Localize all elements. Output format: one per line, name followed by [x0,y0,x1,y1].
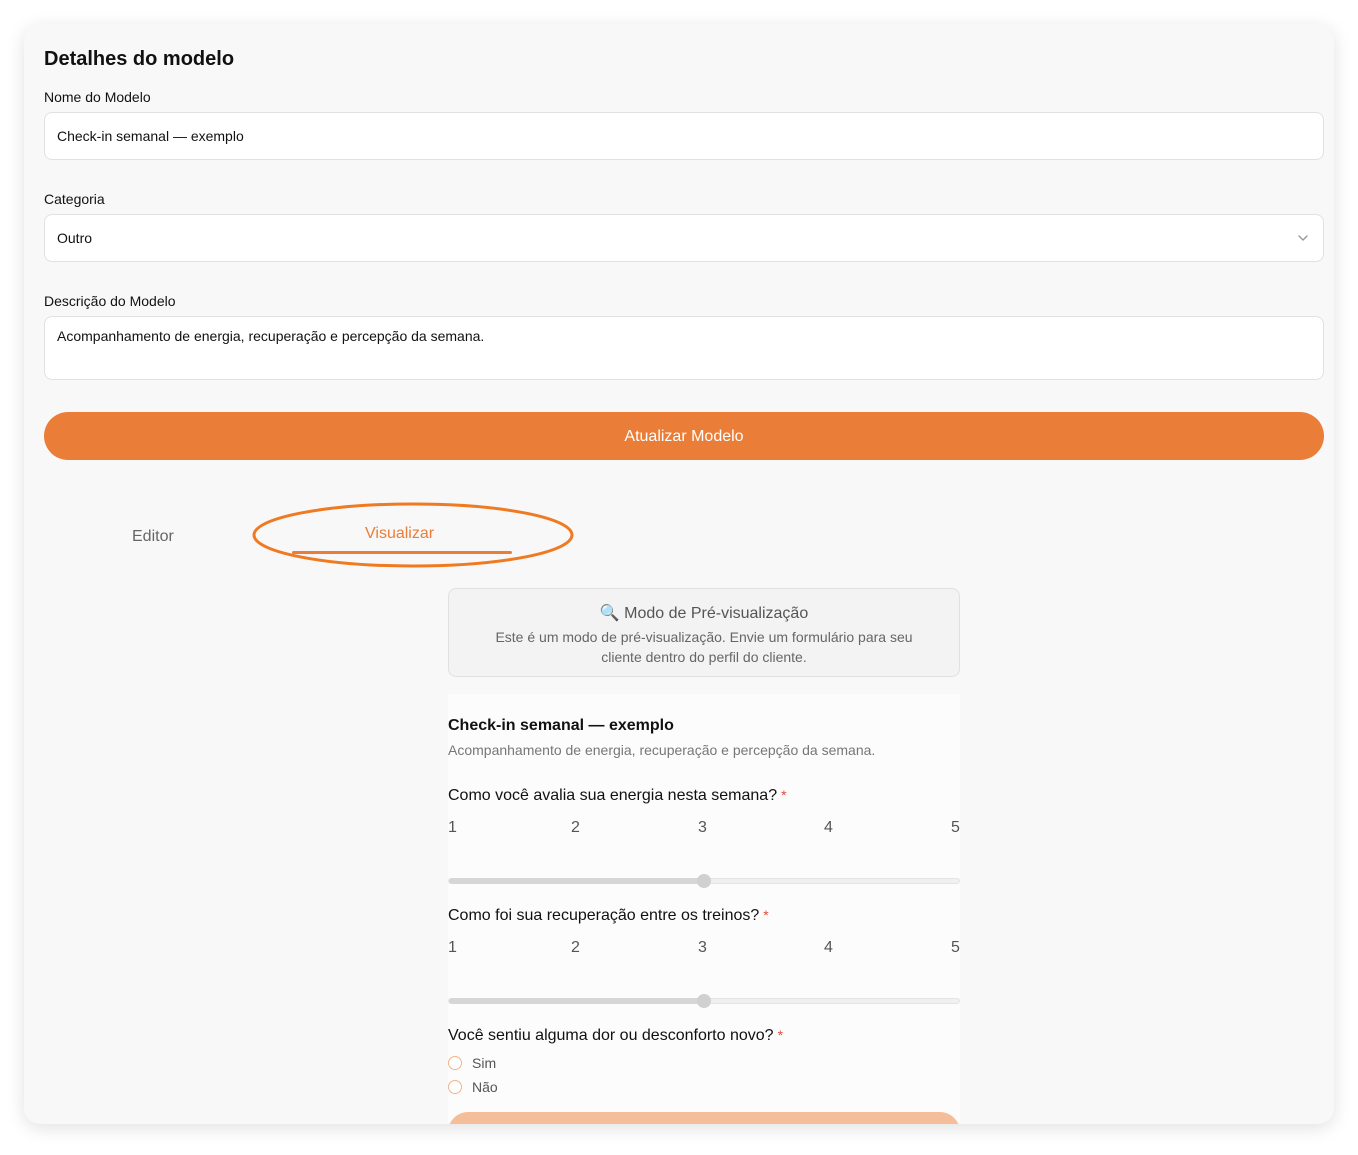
submit-button[interactable] [448,1112,960,1124]
form-title: Check-in semanal — exemplo [448,717,674,734]
scale-label-1: 1 [448,819,457,836]
radio-label: Sim [472,1055,497,1071]
radio-circle[interactable] [448,1056,462,1070]
preview-notice: 🔍 Modo de Pré-visualização Este é um mod… [448,588,960,677]
name-input-value: Check-in semanal — exemplo [57,128,244,144]
required-mark: * [777,1027,784,1043]
highlight-ellipse [252,502,574,568]
required-mark: * [763,907,769,923]
scale-label-4: 4 [824,939,833,956]
radio-circle[interactable] [448,1080,462,1094]
scale-label-4: 4 [824,819,833,836]
preview-notice-text: Este é um modo de pré-visualização. Envi… [495,629,913,665]
update-template-button[interactable]: Atualizar Modelo [44,412,1324,460]
category-label: Categoria [44,191,105,207]
slider-thumb[interactable] [697,994,711,1008]
template-details-card: Detalhes do modelo Nome do Modelo Check-… [24,24,1334,1124]
required-mark: * [781,787,787,803]
question-energy: Como você avalia sua energia nesta seman… [448,787,787,805]
description-textarea[interactable]: Acompanhamento de energia, recuperação e… [44,316,1324,380]
question-label: Como você avalia sua energia nesta seman… [448,787,778,804]
energy-slider[interactable] [448,874,960,888]
description-textarea-value: Acompanhamento de energia, recuperação e… [57,328,485,344]
form-preview: Check-in semanal — exemplo Acompanhament… [448,694,960,1124]
scale-label-5: 5 [951,939,960,956]
form-description: Acompanhamento de energia, recuperação e… [448,742,876,758]
scale-label-5: 5 [951,819,960,836]
description-label: Descrição do Modelo [44,293,176,309]
question-recovery: Como foi sua recuperação entre os treino… [448,907,769,925]
radio-label: Não [472,1079,498,1095]
section-title: Detalhes do modelo [44,48,235,70]
chevron-down-icon [1298,235,1308,241]
question-label: Como foi sua recuperação entre os treino… [448,907,760,924]
scale-label-2: 2 [571,819,580,836]
recovery-slider[interactable] [448,994,960,1008]
name-label: Nome do Modelo [44,89,151,105]
question-label: Você sentiu alguma dor ou desconforto no… [448,1027,774,1044]
tab-editor[interactable]: Editor [132,528,174,546]
question-pain: Você sentiu alguma dor ou desconforto no… [448,1027,783,1045]
scale-label-2: 2 [571,939,580,956]
preview-notice-title: 🔍 Modo de Pré-visualização [599,605,809,622]
slider-thumb[interactable] [697,874,711,888]
category-select[interactable]: Outro [44,214,1324,262]
slider-fill [449,998,704,1004]
radio-option-sim[interactable]: Sim [448,1053,496,1073]
name-input[interactable]: Check-in semanal — exemplo [44,112,1324,160]
radio-option-nao[interactable]: Não [448,1077,498,1097]
category-select-value: Outro [57,230,93,246]
scale-label-1: 1 [448,939,457,956]
slider-fill [449,878,704,884]
scale-label-3: 3 [698,819,707,836]
scale-label-3: 3 [698,939,707,956]
